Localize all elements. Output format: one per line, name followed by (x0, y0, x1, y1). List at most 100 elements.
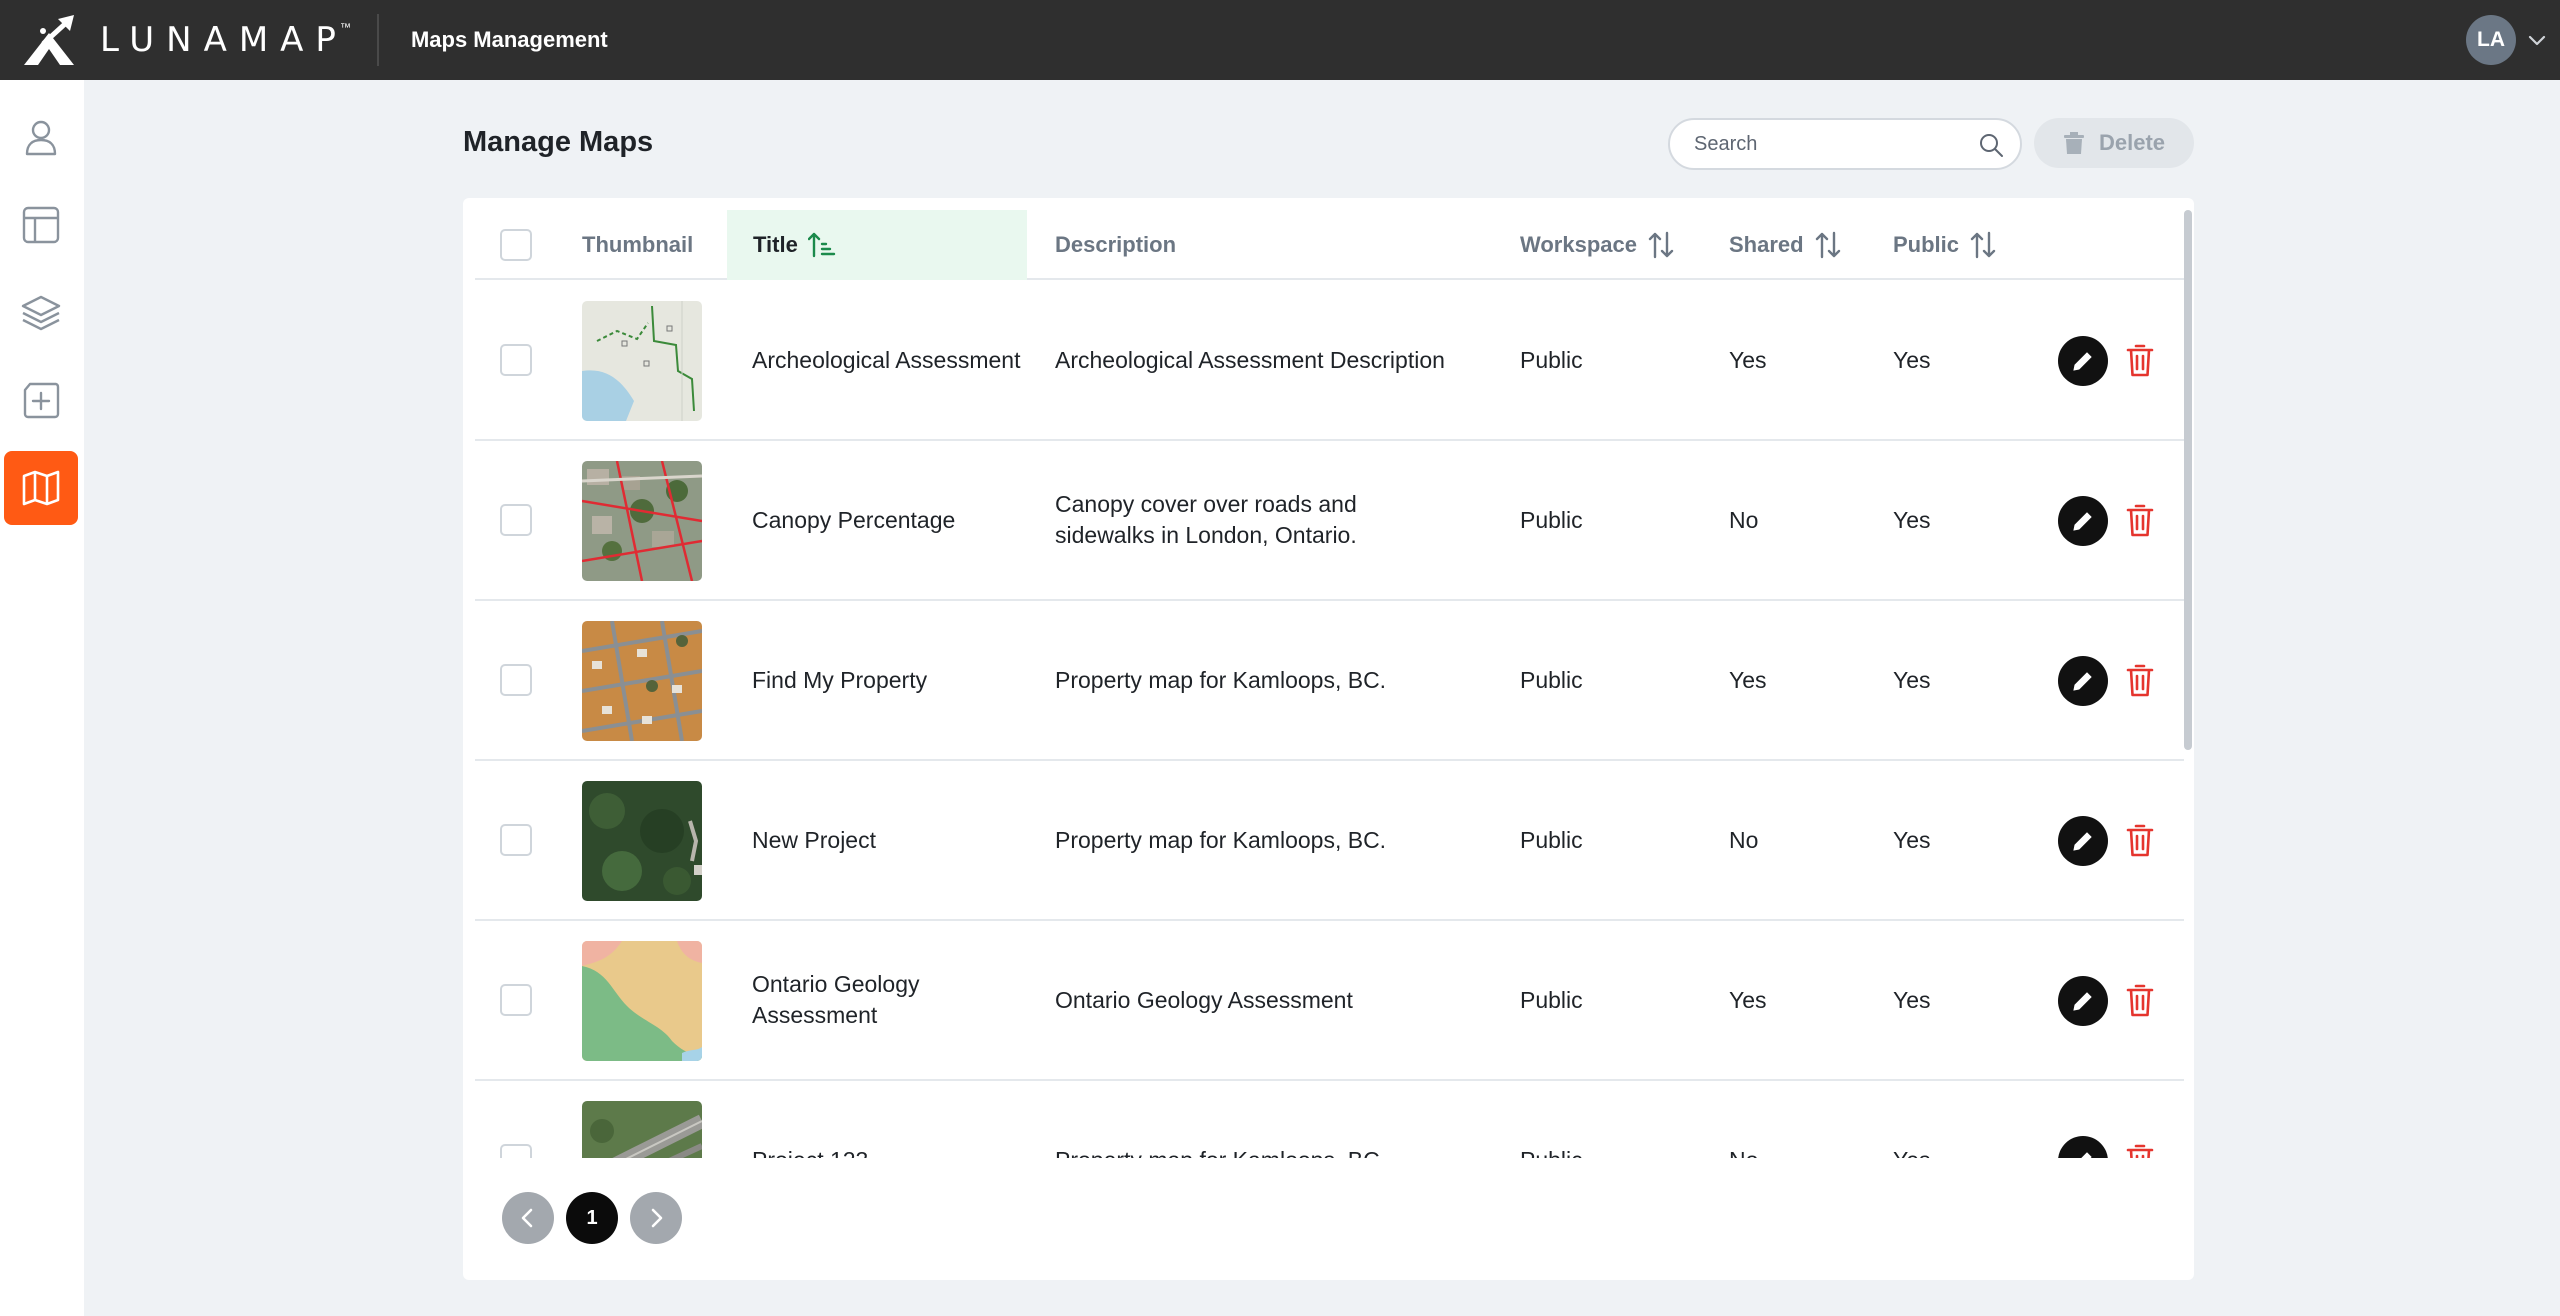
row-title: Canopy Percentage (752, 506, 956, 533)
row-description: Property map for Kamloops, BC. (1055, 666, 1387, 693)
row-checkbox[interactable] (500, 824, 532, 856)
sort-icon[interactable] (1969, 230, 1997, 260)
row-checkbox[interactable] (500, 984, 532, 1016)
delete-row-button[interactable] (2123, 823, 2157, 859)
page-button-current[interactable]: 1 (566, 1192, 618, 1244)
row-shared: Yes (1729, 986, 1767, 1013)
map-thumbnail[interactable] (582, 941, 702, 1061)
edit-button[interactable] (2058, 656, 2108, 706)
row-title: Ontario Geology Assessment (752, 971, 920, 1028)
sort-icon[interactable] (1814, 230, 1842, 260)
column-header-workspace[interactable]: Workspace (1520, 210, 1720, 280)
forest-map-thumbnail (582, 781, 702, 901)
edit-button[interactable] (2058, 816, 2108, 866)
pagination: 1 (502, 1192, 682, 1244)
app-title: Maps Management (410, 27, 608, 52)
trash-icon (2126, 344, 2154, 377)
property-map-thumbnail (582, 621, 702, 741)
row-workspace: Public (1520, 506, 1583, 533)
canopy-map-thumbnail (582, 461, 702, 581)
sidebar-item-users[interactable] (4, 100, 78, 174)
sidebar-item-maps[interactable] (4, 451, 78, 525)
map-thumbnail[interactable] (582, 1101, 702, 1158)
sort-ascending-icon[interactable] (807, 230, 836, 260)
map-thumbnail[interactable] (582, 461, 702, 581)
select-all-checkbox[interactable] (500, 229, 532, 261)
column-header-title-label: Title (753, 232, 798, 257)
row-title: Find My Property (752, 666, 928, 693)
edit-button[interactable] (2058, 496, 2108, 546)
search-icon[interactable] (1978, 132, 2004, 158)
column-header-shared[interactable]: Shared (1729, 210, 1889, 280)
add-square-icon (23, 382, 60, 419)
row-checkbox[interactable] (500, 664, 532, 696)
map-thumbnail[interactable] (582, 781, 702, 901)
column-header-shared-label: Shared (1729, 232, 1804, 257)
row-shared: Yes (1729, 346, 1767, 373)
sidebar-item-create[interactable] (4, 364, 78, 438)
pencil-icon (2073, 512, 2092, 531)
row-checkbox[interactable] (500, 344, 532, 376)
table-row[interactable]: New Project Property map for Kamloops, B… (475, 761, 2184, 921)
row-public: Yes (1893, 1081, 2033, 1159)
table-scrollbar[interactable] (2184, 210, 2192, 750)
trash-icon (2126, 1144, 2154, 1158)
sort-icon[interactable] (1647, 230, 1675, 260)
edit-button[interactable] (2058, 336, 2108, 386)
chevron-down-icon[interactable] (2526, 29, 2548, 51)
delete-row-button[interactable] (2123, 1143, 2157, 1158)
table-row[interactable]: Ontario Geology Assessment Ontario Geolo… (475, 921, 2184, 1081)
pencil-icon (2073, 672, 2092, 691)
table-row[interactable]: Archeological Assessment Archeological A… (475, 281, 2184, 441)
delete-row-button[interactable] (2123, 343, 2157, 379)
user-menu[interactable]: LA (2466, 0, 2548, 80)
row-title: Archeological Assessment (752, 346, 1021, 373)
table-row[interactable]: Project 123 Property map for Kamloops, B… (475, 1081, 2184, 1158)
table-row[interactable]: Find My Property Property map for Kamloo… (475, 601, 2184, 761)
row-shared: No (1729, 506, 1759, 533)
table-row[interactable]: Canopy Percentage Canopy cover over road… (475, 441, 2184, 601)
column-header-title[interactable]: Title (727, 210, 1027, 280)
delete-row-button[interactable] (2123, 503, 2157, 539)
delete-row-button[interactable] (2123, 663, 2157, 699)
top-bar: LUNAMAP ™ Maps Management LA (0, 0, 2560, 80)
column-header-thumbnail-label: Thumbnail (582, 232, 694, 257)
next-page-button[interactable] (630, 1192, 682, 1244)
row-public: Yes (1893, 826, 1931, 853)
highway-map-thumbnail (582, 1101, 702, 1158)
user-icon (25, 120, 57, 156)
maps-table-card: Thumbnail Title Description Workspace Sh… (463, 198, 2194, 1280)
avatar[interactable]: LA (2466, 15, 2516, 65)
column-header-thumbnail: Thumbnail (582, 210, 722, 280)
edit-button[interactable] (2058, 976, 2108, 1026)
trash-icon (2063, 132, 2084, 154)
search-input[interactable] (1694, 132, 1964, 156)
row-checkbox[interactable] (500, 1144, 532, 1158)
row-public: Yes (1893, 506, 1931, 533)
row-description: Canopy cover over roads and sidewalks in… (1055, 491, 1357, 548)
row-workspace: Public (1520, 826, 1583, 853)
sidebar-item-layers[interactable] (4, 276, 78, 350)
row-public: Yes (1893, 346, 1931, 373)
delete-row-button[interactable] (2123, 983, 2157, 1019)
trash-icon (2126, 664, 2154, 697)
row-public: Yes (1893, 986, 1931, 1013)
map-thumbnail[interactable] (582, 621, 702, 741)
sidebar-item-templates[interactable] (4, 188, 78, 262)
trash-icon (2126, 504, 2154, 537)
map-thumbnail[interactable] (582, 301, 702, 421)
previous-page-button[interactable] (502, 1192, 554, 1244)
edit-button[interactable] (2058, 1136, 2108, 1158)
row-description: Ontario Geology Assessment (1055, 986, 1353, 1013)
search-box[interactable] (1668, 118, 2022, 170)
column-header-public[interactable]: Public (1893, 210, 2053, 280)
row-checkbox[interactable] (500, 504, 532, 536)
row-title: New Project (752, 826, 876, 853)
column-header-public-label: Public (1893, 232, 1960, 257)
app-logo[interactable]: LUNAMAP ™ (20, 0, 359, 80)
row-shared: Yes (1729, 666, 1767, 693)
archeology-map-thumbnail (582, 301, 702, 421)
row-title: Project 123 (752, 1081, 1022, 1159)
delete-button-label: Delete (2098, 130, 2166, 155)
delete-button[interactable]: Delete (2034, 118, 2194, 168)
